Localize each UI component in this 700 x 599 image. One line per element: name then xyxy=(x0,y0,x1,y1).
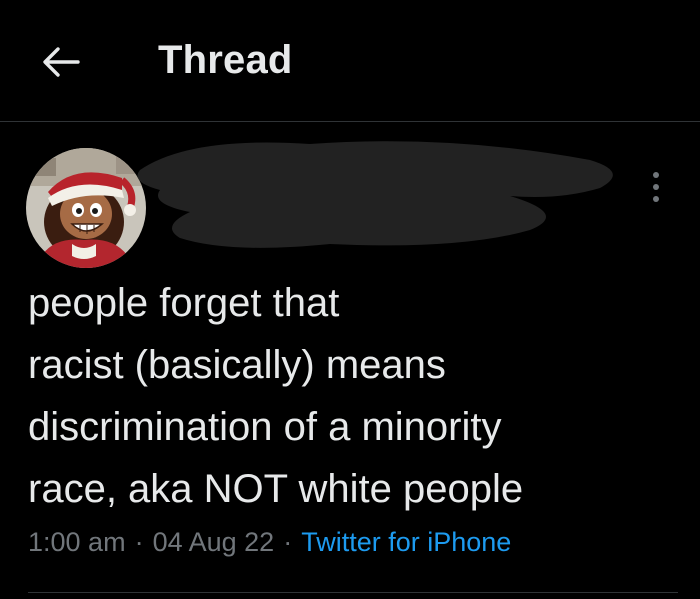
tweet-text: people forget that racist (basically) me… xyxy=(28,281,524,511)
meta-separator: · xyxy=(134,527,144,557)
more-vertical-icon xyxy=(653,172,659,202)
back-button[interactable] xyxy=(38,42,82,82)
tweet-source-link[interactable]: Twitter for iPhone xyxy=(301,527,511,557)
arrow-left-icon xyxy=(43,47,80,77)
tweet-time[interactable]: 1:00 am xyxy=(28,527,126,557)
redacted-author-name xyxy=(130,130,630,260)
cartoon-avatar-icon xyxy=(26,148,146,268)
tweet-date[interactable]: 04 Aug 22 xyxy=(153,527,275,557)
page-title: Thread xyxy=(158,38,293,82)
avatar[interactable] xyxy=(26,148,146,268)
tweet-metadata: 1:00 am · 04 Aug 22 · Twitter for iPhone xyxy=(28,527,511,558)
redaction-scribble xyxy=(137,141,613,248)
thread-header: Thread xyxy=(0,0,700,122)
tweet: people forget that racist (basically) me… xyxy=(0,122,700,599)
meta-separator: · xyxy=(283,527,293,557)
divider xyxy=(28,592,678,593)
more-options-button[interactable] xyxy=(644,170,668,204)
